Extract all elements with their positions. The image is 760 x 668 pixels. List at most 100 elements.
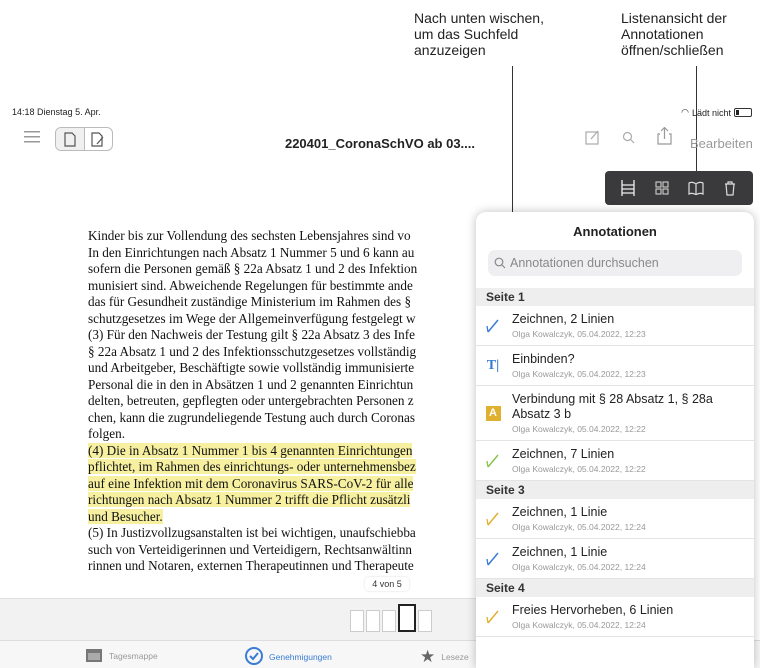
compose-icon[interactable]	[582, 128, 602, 146]
battery-icon	[734, 108, 752, 117]
text: schutzgesetzes im Wege der Allgemeinverf…	[88, 310, 416, 326]
document-line: und Besucher.	[88, 508, 488, 526]
document-line: (3) Für den Nachweis der Testung gilt § …	[88, 327, 488, 344]
annotation-title: Freies Hervorheben, 6 Linien	[512, 603, 674, 617]
page-thumbnail[interactable]	[382, 610, 396, 632]
page-thumbnail[interactable]	[418, 610, 432, 632]
document-line: § 22a Absatz 1 und 2 des Infektionsschut…	[88, 344, 488, 361]
annotation-title: Zeichnen, 1 Linie	[512, 545, 608, 559]
annotation-title: Zeichnen, 7 Linien	[512, 447, 615, 461]
highlighted-text: auf eine Infektion mit dem Coronavirus S…	[88, 475, 414, 491]
document-line: schutzgesetzes im Wege der Allgemeinverf…	[88, 311, 488, 328]
panel-title: Annotationen	[573, 224, 657, 239]
document-line: Kinder bis zur Vollendung des sechsten L…	[88, 228, 488, 245]
document-line: auf eine Infektion mit dem Coronavirus S…	[88, 475, 488, 493]
highlighted-text: pflichtet, im Rahmen des einrichtungs- o…	[88, 459, 416, 474]
trash-icon[interactable]	[719, 177, 741, 199]
screen: Nach unten wischen, um das Suchfeld anzu…	[0, 0, 760, 668]
tab-lesezeichen[interactable]: ★ Leseze	[420, 647, 469, 667]
page-thumbnail-current[interactable]	[398, 604, 416, 632]
annotation-meta: Olga Kowalczyk, 05.04.2022, 12:23	[512, 329, 646, 339]
page-indicator: 4 von 5	[365, 577, 409, 591]
text: sofern die Personen gemäß § 22a Absatz 1…	[88, 261, 418, 276]
pen-icon	[484, 317, 502, 335]
book-icon[interactable]	[685, 177, 707, 199]
document-line: munisiert sind. Abweichende Regelungen f…	[88, 278, 488, 295]
highlighted-text: richtungen nach Absatz 1 Nummer 2 trifft…	[88, 492, 411, 507]
annotation-meta: Olga Kowalczyk, 05.04.2022, 12:23	[512, 369, 646, 379]
text: das für Gesundheit zuständige Ministeriu…	[88, 294, 412, 309]
star-icon: ★	[420, 647, 436, 666]
annotation-search-input[interactable]: Annotationen durchsuchen	[488, 250, 742, 276]
text: Kinder bis zur Vollendung des sechsten L…	[88, 228, 411, 243]
pen-icon	[484, 608, 502, 626]
highlighted-text: und Besucher.	[88, 508, 163, 524]
page-thumbnail[interactable]	[350, 610, 364, 632]
tab-label: Genehmigungen	[269, 652, 332, 662]
check-badge-icon	[245, 647, 263, 667]
text: § 22a Absatz 1 und 2 des Infektionsschut…	[88, 343, 417, 359]
annotation-item[interactable]: Zeichnen, 7 Linien Olga Kowalczyk, 05.04.…	[476, 441, 754, 481]
status-bar: 14:18 Dienstag 5. Apr. ◠ Lädt nicht	[0, 104, 760, 120]
document-line: richtungen nach Absatz 1 Nummer 2 trifft…	[88, 492, 488, 509]
callout-list: Listenansicht der Annotationen öffnen/sc…	[621, 10, 727, 58]
pen-icon	[484, 550, 502, 568]
annotation-list: Seite 1 Zeichnen, 2 Linien Olga Kowalczyk,…	[476, 288, 754, 637]
document-line: Personal die in den in Absätzen 1 und 2 …	[88, 377, 488, 394]
annotation-item[interactable]: Zeichnen, 1 Linie Olga Kowalczyk, 05.04.2…	[476, 539, 754, 579]
document-line: folgen.	[88, 426, 488, 443]
pen-icon	[484, 510, 502, 528]
annotation-item[interactable]: A Verbindung mit § 28 Absatz 1, § 28a Abs…	[476, 386, 754, 441]
tab-tagesmappe[interactable]: Tagesmappe	[85, 647, 158, 665]
document-line: such von Verteidigerinnen und Verteidige…	[88, 542, 488, 559]
annotation-meta: Olga Kowalczyk, 05.04.2022, 12:22	[512, 424, 646, 434]
annotation-meta: Olga Kowalczyk, 05.04.2022, 12:22	[512, 464, 646, 474]
search-icon[interactable]	[618, 128, 638, 146]
annotation-toolbar	[605, 171, 753, 205]
grid-icon[interactable]	[651, 177, 673, 199]
annotation-title: Verbindung mit § 28 Absatz 1, § 28a Absa…	[512, 392, 713, 421]
charging-text: Lädt nicht	[691, 107, 731, 118]
annotation-meta: Olga Kowalczyk, 05.04.2022, 12:24	[512, 522, 646, 532]
annotation-item[interactable]: Zeichnen, 1 Linie Olga Kowalczyk, 05.04.2…	[476, 499, 754, 539]
highlight-icon: A	[484, 404, 502, 422]
annotation-item[interactable]: T| Einbinden? Olga Kowalczyk, 05.04.2022, …	[476, 346, 754, 386]
annotation-item[interactable]: Zeichnen, 2 Linien Olga Kowalczyk, 05.04.…	[476, 306, 754, 346]
status-time: 14:18 Dienstag 5. Apr.	[12, 107, 101, 117]
text: In den Einrichtungen nach Absatz 1 Numme…	[88, 244, 415, 260]
page-thumbnail[interactable]	[366, 610, 380, 632]
pen-icon	[484, 452, 502, 470]
document-line: pflichtet, im Rahmen des einrichtungs- o…	[88, 459, 488, 476]
document-title: 220401_CoronaSchVO ab 03....	[284, 136, 476, 151]
section-header: Seite 4	[476, 579, 754, 597]
text: delten, betreuten, gepflegten oder unter…	[88, 393, 414, 408]
document-line: In den Einrichtungen nach Absatz 1 Numme…	[88, 245, 488, 262]
document-line: und Arbeitgeber, Beschäftigte sowie voll…	[88, 360, 488, 377]
annotation-title: Zeichnen, 1 Linie	[512, 505, 608, 519]
text-icon: T|	[486, 357, 500, 373]
read-mode-icon[interactable]	[56, 128, 85, 150]
page-thumbnails	[350, 604, 432, 632]
text: rinnen und Notaren, externen Therapeutin…	[88, 558, 414, 573]
document-line: (5) In Justizvollzugsanstalten ist bei w…	[88, 525, 488, 542]
annotation-item[interactable]: Freies Hervorheben, 6 Linien Olga Kowalcz…	[476, 597, 754, 637]
document-line: sofern die Personen gemäß § 22a Absatz 1…	[88, 261, 488, 278]
document-line: chen, kann die zugrundeliegende Testung …	[88, 410, 488, 427]
annotation-list-icon[interactable]	[617, 177, 639, 199]
share-icon[interactable]	[654, 126, 674, 146]
menu-icon[interactable]	[22, 128, 42, 146]
text: munisiert sind. Abweichende Regelungen f…	[88, 277, 413, 293]
text: such von Verteidigerinnen und Verteidige…	[88, 541, 412, 557]
search-placeholder: Annotationen durchsuchen	[510, 256, 659, 270]
tab-genehmigungen[interactable]: Genehmigungen	[245, 647, 332, 667]
annotation-meta: Olga Kowalczyk, 05.04.2022, 12:24	[512, 620, 646, 630]
callout-search: Nach unten wischen, um das Suchfeld anzu…	[414, 10, 544, 58]
calendar-icon	[85, 647, 103, 665]
view-mode-segment	[55, 127, 113, 151]
annotation-title: Einbinden?	[512, 352, 575, 366]
tab-label: Tagesmappe	[109, 651, 158, 661]
document-line: (4) Die in Absatz 1 Nummer 1 bis 4 genan…	[88, 442, 488, 460]
edit-button[interactable]: Bearbeiten	[690, 136, 753, 151]
text: Personal die in den in Absätzen 1 und 2 …	[88, 376, 414, 392]
annotate-mode-icon[interactable]	[85, 128, 113, 150]
